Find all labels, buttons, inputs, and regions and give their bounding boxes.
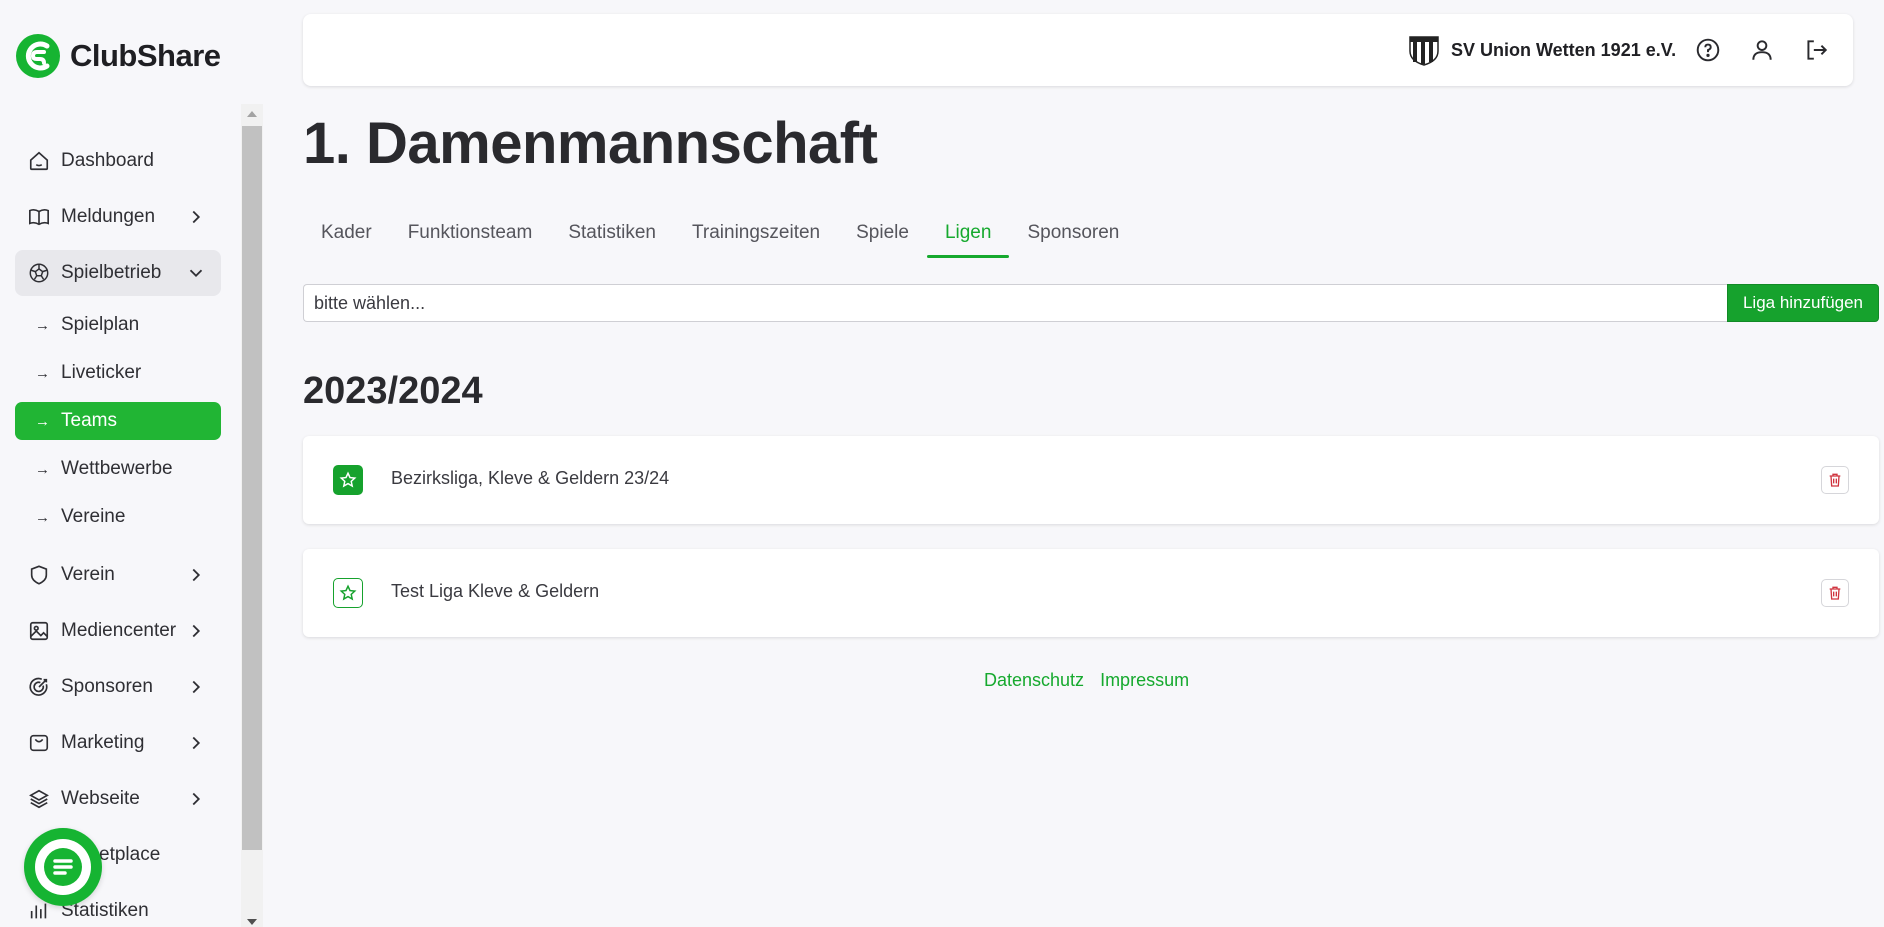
add-league-row: bitte wählen... Liga hinzufügen (303, 284, 1879, 322)
sidebar-subitem-spielplan[interactable]: → Spielplan (15, 306, 221, 344)
chat-bubble-icon (35, 839, 91, 895)
tab-ligen[interactable]: Ligen (926, 214, 1010, 258)
trash-icon (1829, 473, 1841, 487)
tab-statistiken[interactable]: Statistiken (550, 214, 674, 258)
sidebar-subitem-label: Vereine (61, 506, 126, 527)
club-crest-icon (1409, 36, 1439, 66)
chat-button[interactable] (24, 828, 102, 906)
sidebar-item-label: Dashboard (61, 150, 154, 171)
sidebar-subitem-vereine[interactable]: → Vereine (15, 498, 221, 536)
chevron-right-icon (192, 792, 201, 806)
sidebar: ClubShare Dashboard Meldungen Spielbetri… (0, 0, 264, 927)
sidebar-scrollbar[interactable] (241, 104, 263, 927)
tab-kader[interactable]: Kader (303, 214, 390, 258)
sidebar-item-label: Marketing (61, 732, 145, 753)
arrow-right-icon: → (35, 508, 50, 526)
sidebar-subitem-label: Teams (61, 410, 117, 431)
trash-icon (1829, 586, 1841, 600)
chevron-right-icon (192, 568, 201, 582)
footer-link-datenschutz[interactable]: Datenschutz (984, 670, 1084, 691)
sidebar-nav: Dashboard Meldungen Spielbetrieb → Spiel… (0, 104, 264, 927)
sidebar-item-meldungen[interactable]: Meldungen (15, 194, 221, 240)
sidebar-item-label: Spielbetrieb (61, 262, 162, 283)
shield-icon (27, 563, 51, 587)
sidebar-subitem-label: Wettbewerbe (61, 458, 173, 479)
scroll-up-arrow-icon[interactable] (247, 111, 257, 117)
footer-link-impressum[interactable]: Impressum (1100, 670, 1189, 691)
league-name: Bezirksliga, Kleve & Geldern 23/24 (391, 468, 670, 488)
brand-name: ClubShare (70, 38, 221, 73)
primary-league-toggle[interactable] (333, 465, 363, 495)
sidebar-item-dashboard[interactable]: Dashboard (15, 138, 221, 184)
primary-league-toggle[interactable] (333, 578, 363, 608)
league-card: Bezirksliga, Kleve & Geldern 23/24 (303, 436, 1879, 524)
season-heading: 2023/2024 (303, 370, 483, 412)
star-icon (339, 471, 357, 488)
sidebar-item-spielbetrieb[interactable]: Spielbetrieb (15, 250, 221, 296)
sidebar-subitem-teams[interactable]: → Teams (15, 402, 221, 440)
sidebar-subitem-wettbewerbe[interactable]: → Wettbewerbe (15, 450, 221, 488)
book-icon (27, 205, 51, 229)
image-icon (27, 619, 51, 643)
arrow-right-icon: → (35, 364, 50, 382)
arrow-right-icon: → (35, 316, 50, 334)
layers-icon (27, 787, 51, 811)
top-header: SV Union Wetten 1921 e.V. (303, 14, 1853, 86)
league-card: Test Liga Kleve & Geldern (303, 549, 1879, 637)
chevron-down-icon (189, 269, 203, 278)
sidebar-item-verein[interactable]: Verein (15, 552, 221, 598)
tab-funktionsteam[interactable]: Funktionsteam (390, 214, 551, 258)
sidebar-subitem-label: Spielplan (61, 314, 140, 335)
star-icon (339, 584, 357, 601)
club-selector[interactable]: SV Union Wetten 1921 e.V. (1407, 32, 1676, 68)
team-tabs: Kader Funktionsteam Statistiken Training… (303, 214, 1137, 258)
page-title: 1. Damenmannschaft (303, 111, 878, 176)
tab-trainingszeiten[interactable]: Trainingszeiten (674, 214, 838, 258)
scrollbar-thumb[interactable] (242, 126, 262, 850)
bag-icon (27, 731, 51, 755)
club-name: SV Union Wetten 1921 e.V. (1451, 39, 1677, 60)
sidebar-item-label: Mediencenter (61, 620, 177, 641)
user-icon[interactable] (1748, 36, 1776, 64)
chevron-right-icon (192, 624, 201, 638)
sidebar-item-label: Sponsoren (61, 676, 153, 697)
sidebar-subitem-liveticker[interactable]: → Liveticker (15, 354, 221, 392)
chevron-right-icon (192, 210, 201, 224)
sidebar-item-marketing[interactable]: Marketing (15, 720, 221, 766)
footer-links: Datenschutz Impressum (984, 670, 1189, 691)
league-name: Test Liga Kleve & Geldern (391, 581, 600, 601)
sidebar-item-label: Meldungen (61, 206, 156, 227)
add-league-button[interactable]: Liga hinzufügen (1727, 284, 1879, 322)
arrow-right-icon: → (35, 412, 50, 430)
clubshare-logo-icon (16, 34, 60, 78)
sidebar-item-webseite[interactable]: Webseite (15, 776, 221, 822)
logout-icon[interactable] (1802, 36, 1830, 64)
delete-league-button[interactable] (1821, 579, 1849, 607)
sidebar-item-label: Verein (61, 564, 115, 585)
sidebar-item-mediencenter[interactable]: Mediencenter (15, 608, 221, 654)
help-icon[interactable] (1694, 36, 1722, 64)
scroll-down-arrow-icon[interactable] (247, 919, 257, 925)
home-icon (27, 149, 51, 173)
chevron-right-icon (192, 680, 201, 694)
delete-league-button[interactable] (1821, 466, 1849, 494)
sidebar-item-sponsoren[interactable]: Sponsoren (15, 664, 221, 710)
sidebar-subitem-label: Liveticker (61, 362, 142, 383)
league-select[interactable]: bitte wählen... (303, 284, 1727, 322)
sidebar-item-label: Webseite (61, 788, 140, 809)
soccer-ball-icon (27, 261, 51, 285)
target-icon (27, 675, 51, 699)
arrow-right-icon: → (35, 460, 50, 478)
chevron-right-icon (192, 736, 201, 750)
tab-sponsoren[interactable]: Sponsoren (1009, 214, 1137, 258)
brand-logo[interactable]: ClubShare (14, 30, 221, 82)
tab-spiele[interactable]: Spiele (838, 214, 927, 258)
